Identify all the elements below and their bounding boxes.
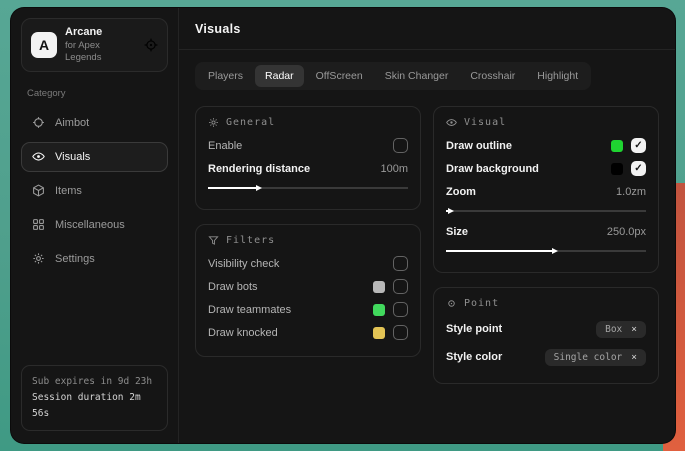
rendering-distance-label: Rendering distance — [208, 163, 310, 175]
sidebar-item-label: Aimbot — [55, 117, 89, 129]
general-panel: General Enable Rendering distance 100m — [195, 106, 421, 210]
draw-background-label: Draw background — [446, 163, 539, 175]
draw-teammates-checkbox[interactable] — [393, 302, 408, 317]
draw-outline-color-swatch[interactable] — [611, 140, 623, 152]
tab-players[interactable]: Players — [198, 65, 253, 87]
slider-thumb[interactable] — [552, 248, 558, 254]
sidebar-item-visuals[interactable]: Visuals — [21, 142, 168, 172]
tab-highlight[interactable]: Highlight — [527, 65, 588, 87]
app-logo: A — [31, 32, 57, 58]
app-subtitle: for Apex Legends — [65, 40, 136, 64]
draw-teammates-label: Draw teammates — [208, 304, 291, 316]
tab-bar: Players Radar OffScreen Skin Changer Cro… — [195, 62, 591, 90]
rendering-distance-value: 100m — [380, 163, 408, 175]
style-point-label: Style point — [446, 323, 502, 335]
draw-outline-label: Draw outline — [446, 140, 512, 152]
chip-label: Box — [605, 324, 622, 335]
style-color-chip[interactable]: Single color × — [545, 349, 646, 366]
tab-skin-changer[interactable]: Skin Changer — [375, 65, 459, 87]
panel-title: Filters — [226, 235, 275, 246]
draw-teammates-color-swatch[interactable] — [373, 304, 385, 316]
size-value: 250.0px — [607, 226, 646, 238]
logo-card: A Arcane for Apex Legends — [21, 18, 168, 72]
zoom-value: 1.0zm — [616, 186, 646, 198]
sidebar-item-settings[interactable]: Settings — [21, 244, 168, 274]
point-icon — [446, 298, 457, 309]
funnel-icon — [208, 235, 219, 246]
gear-icon — [32, 252, 45, 265]
draw-bots-color-swatch[interactable] — [373, 281, 385, 293]
category-label: Category — [27, 88, 162, 99]
enable-checkbox[interactable] — [393, 138, 408, 153]
draw-background-checkbox[interactable]: ✓ — [631, 161, 646, 176]
sidebar: A Arcane for Apex Legends Category Aimbo… — [11, 8, 179, 443]
style-color-label: Style color — [446, 351, 502, 363]
sidebar-item-label: Miscellaneous — [55, 219, 125, 231]
target-icon[interactable] — [144, 38, 158, 52]
sidebar-item-label: Settings — [55, 253, 95, 265]
eye-icon — [446, 117, 457, 128]
cube-icon — [32, 184, 45, 197]
style-point-chip[interactable]: Box × — [596, 321, 646, 338]
main-area: Visuals Players Radar OffScreen Skin Cha… — [179, 8, 675, 443]
sidebar-item-miscellaneous[interactable]: Miscellaneous — [21, 210, 168, 240]
app-title: Arcane — [65, 26, 136, 40]
point-panel: Point Style point Box × Style color Sing… — [433, 287, 659, 384]
size-label: Size — [446, 226, 468, 238]
tab-radar[interactable]: Radar — [255, 65, 304, 87]
page-title: Visuals — [195, 22, 241, 36]
draw-knocked-label: Draw knocked — [208, 327, 278, 339]
panel-title: Point — [464, 298, 499, 309]
slider-thumb[interactable] — [448, 208, 454, 214]
session-card: Sub expires in 9d 23h Session duration 2… — [21, 365, 168, 431]
draw-knocked-color-swatch[interactable] — [373, 327, 385, 339]
filters-panel: Filters Visibility check Draw bots — [195, 224, 421, 357]
zoom-label: Zoom — [446, 186, 476, 198]
sub-expiry-text: Sub expires in 9d 23h — [32, 374, 157, 390]
tab-offscreen[interactable]: OffScreen — [306, 65, 373, 87]
visibility-check-checkbox[interactable] — [393, 256, 408, 271]
visual-panel: Visual Draw outline ✓ Draw background — [433, 106, 659, 273]
tab-crosshair[interactable]: Crosshair — [460, 65, 525, 87]
app-window: A Arcane for Apex Legends Category Aimbo… — [10, 7, 676, 444]
panel-title: General — [226, 117, 275, 128]
main-header: Visuals — [179, 8, 675, 50]
sidebar-item-items[interactable]: Items — [21, 176, 168, 206]
chip-label: Single color — [554, 352, 623, 363]
close-icon[interactable]: × — [631, 324, 637, 335]
close-icon[interactable]: × — [631, 352, 637, 363]
draw-bots-checkbox[interactable] — [393, 279, 408, 294]
slider-thumb[interactable] — [256, 185, 262, 191]
rendering-distance-slider[interactable] — [208, 183, 408, 192]
grid-icon — [32, 218, 45, 231]
sidebar-item-label: Visuals — [55, 151, 90, 163]
session-duration-text: Session duration 2m 56s — [32, 390, 157, 422]
sidebar-item-label: Items — [55, 185, 82, 197]
gear-icon — [208, 117, 219, 128]
draw-bots-label: Draw bots — [208, 281, 258, 293]
draw-background-color-swatch[interactable] — [611, 163, 623, 175]
crosshair-icon — [32, 116, 45, 129]
size-slider[interactable] — [446, 246, 646, 255]
eye-icon — [32, 150, 45, 163]
draw-knocked-checkbox[interactable] — [393, 325, 408, 340]
panel-title: Visual — [464, 117, 506, 128]
zoom-slider[interactable] — [446, 206, 646, 215]
visibility-check-label: Visibility check — [208, 258, 279, 270]
draw-outline-checkbox[interactable]: ✓ — [631, 138, 646, 153]
enable-label: Enable — [208, 140, 242, 152]
sidebar-item-aimbot[interactable]: Aimbot — [21, 108, 168, 138]
